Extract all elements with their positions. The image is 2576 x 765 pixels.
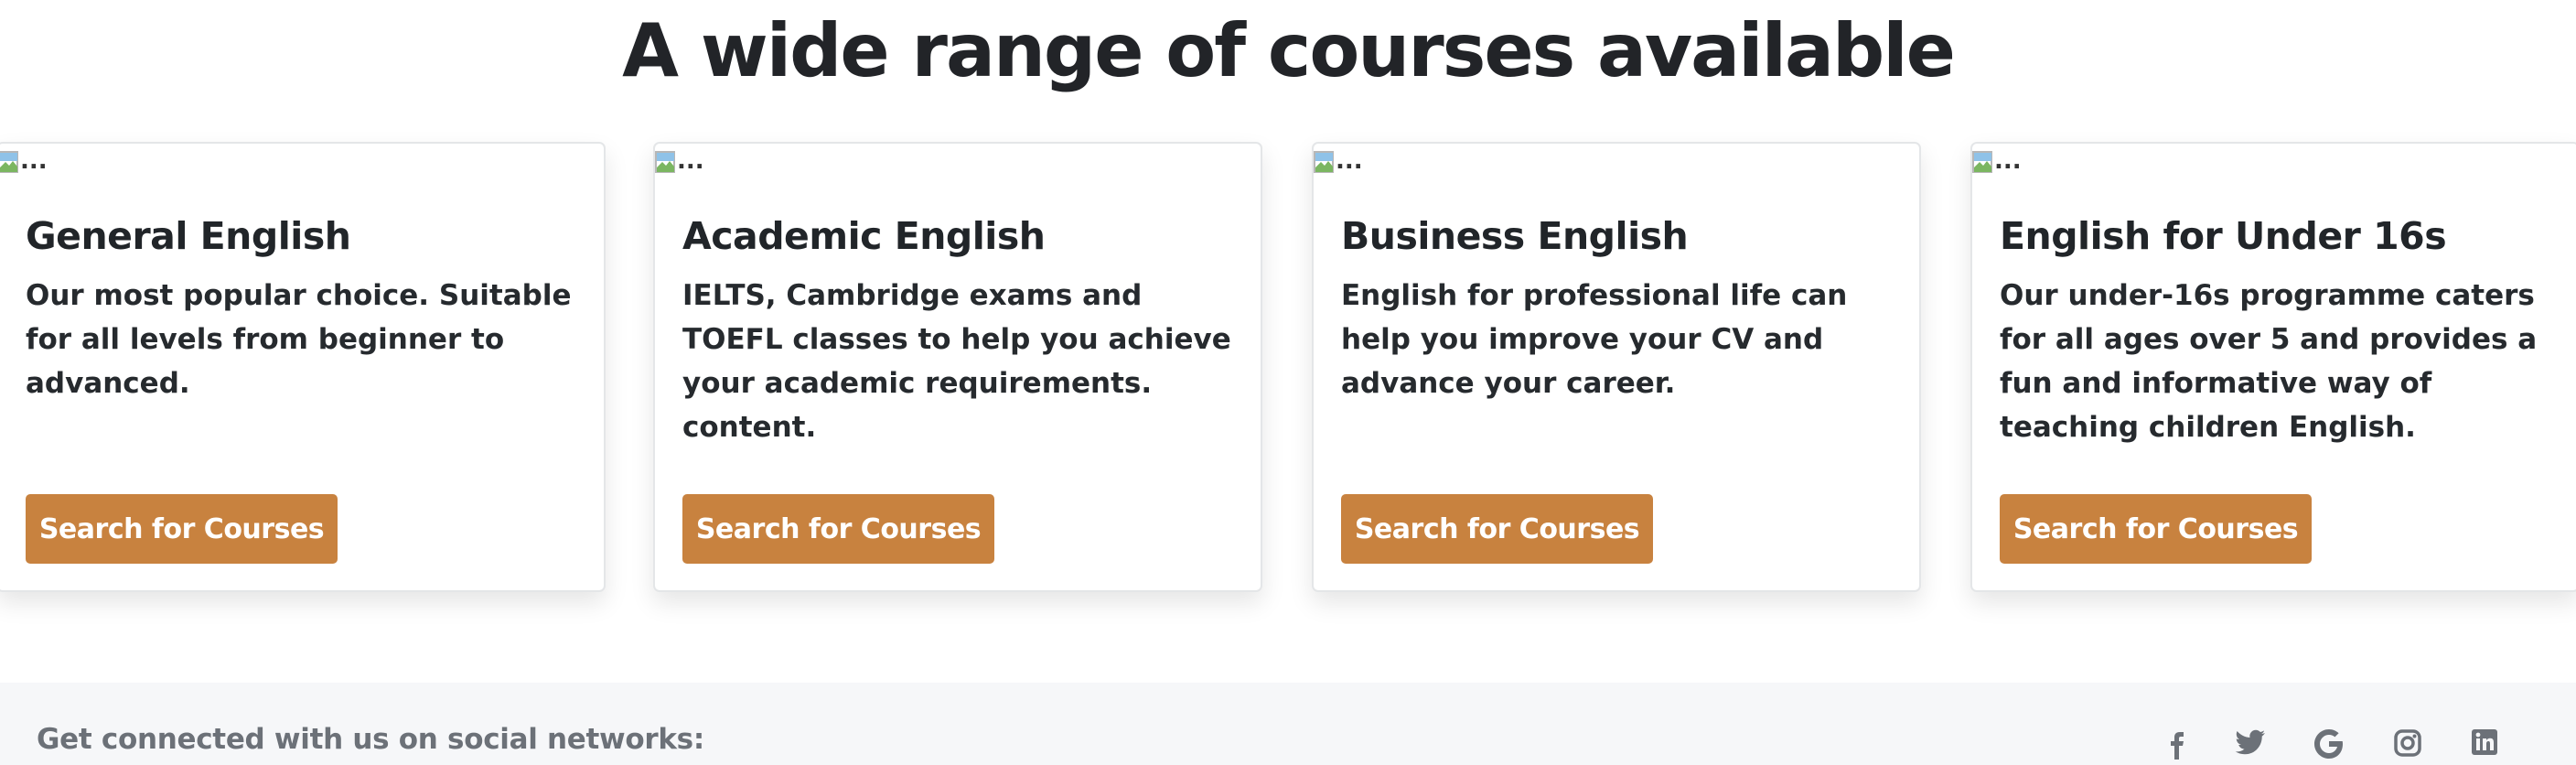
- course-card-general-english: ... General English Our most popular cho…: [0, 142, 606, 592]
- image-alt-text: ...: [677, 147, 704, 175]
- card-image: ...: [1972, 144, 2022, 175]
- broken-image-icon: [1314, 151, 1336, 175]
- broken-image-icon: [1972, 151, 1994, 175]
- google-icon[interactable]: [2311, 728, 2347, 765]
- card-description: English for professional life can help y…: [1341, 279, 1848, 400]
- image-alt-text: ...: [1994, 147, 2022, 175]
- twitter-icon[interactable]: [2232, 728, 2269, 765]
- card-description: Our under-16s programme caters for all a…: [2000, 279, 2538, 444]
- section-heading: A wide range of courses available: [622, 8, 1956, 93]
- course-card-business-english: ... Business English English for profess…: [1312, 142, 1921, 592]
- social-networks-text: Get connected with us on social networks…: [37, 723, 704, 756]
- course-card-academic-english: ... Academic English IELTS, Cambridge ex…: [653, 142, 1262, 592]
- search-courses-button[interactable]: Search for Courses: [2000, 494, 2312, 564]
- card-image: ...: [1314, 144, 1363, 175]
- broken-image-icon: [0, 151, 20, 175]
- instagram-icon[interactable]: [2389, 728, 2426, 765]
- broken-image-icon: [655, 151, 677, 175]
- course-card-under-16s: ... English for Under 16s Our under-16s …: [1970, 142, 2576, 592]
- card-title: General English: [26, 214, 351, 258]
- search-courses-button[interactable]: Search for Courses: [682, 494, 994, 564]
- facebook-icon[interactable]: [2159, 728, 2195, 765]
- card-title: English for Under 16s: [2000, 214, 2447, 258]
- card-description: Our most popular choice. Suitable for al…: [26, 279, 572, 400]
- card-title: Academic English: [682, 214, 1046, 258]
- card-image: ...: [0, 144, 48, 175]
- social-footer: Get connected with us on social networks…: [0, 683, 2576, 765]
- card-image: ...: [655, 144, 704, 175]
- image-alt-text: ...: [1336, 147, 1363, 175]
- card-title: Business English: [1341, 214, 1689, 258]
- linkedin-icon[interactable]: [2466, 728, 2503, 765]
- image-alt-text: ...: [20, 147, 48, 175]
- search-courses-button[interactable]: Search for Courses: [26, 494, 338, 564]
- page: A wide range of courses available ... Ge…: [0, 0, 2576, 765]
- search-courses-button[interactable]: Search for Courses: [1341, 494, 1653, 564]
- card-description: IELTS, Cambridge exams and TOEFL classes…: [682, 279, 1231, 444]
